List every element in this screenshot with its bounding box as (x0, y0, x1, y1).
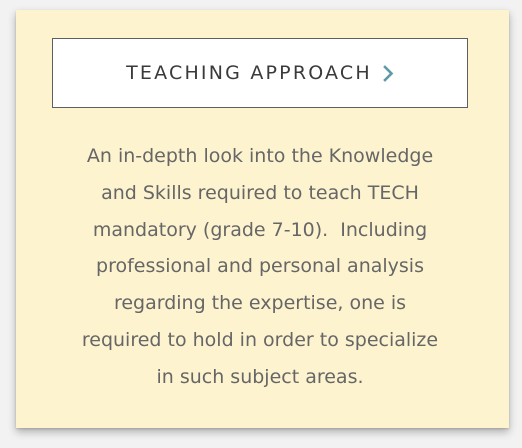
teaching-approach-card: TEACHING APPROACH An in-depth look into … (16, 10, 509, 428)
description-line: required to hold in order to specialize (81, 328, 439, 351)
description-line: in such subject areas. (156, 365, 364, 388)
description-line: professional and personal analysis (96, 255, 424, 278)
teaching-approach-button-label: TEACHING APPROACH (126, 62, 372, 84)
description-line: mandatory (grade 7-10). Including (92, 218, 428, 241)
description-line: regarding the expertise, one is (113, 292, 407, 315)
teaching-approach-button[interactable]: TEACHING APPROACH (52, 38, 468, 108)
card-description: An in-depth look into the Knowledge and S… (52, 138, 468, 396)
chevron-right-icon (383, 64, 394, 82)
description-line: An in-depth look into the Knowledge (86, 145, 434, 167)
description-line: and Skills required to teach TECH (101, 181, 419, 204)
